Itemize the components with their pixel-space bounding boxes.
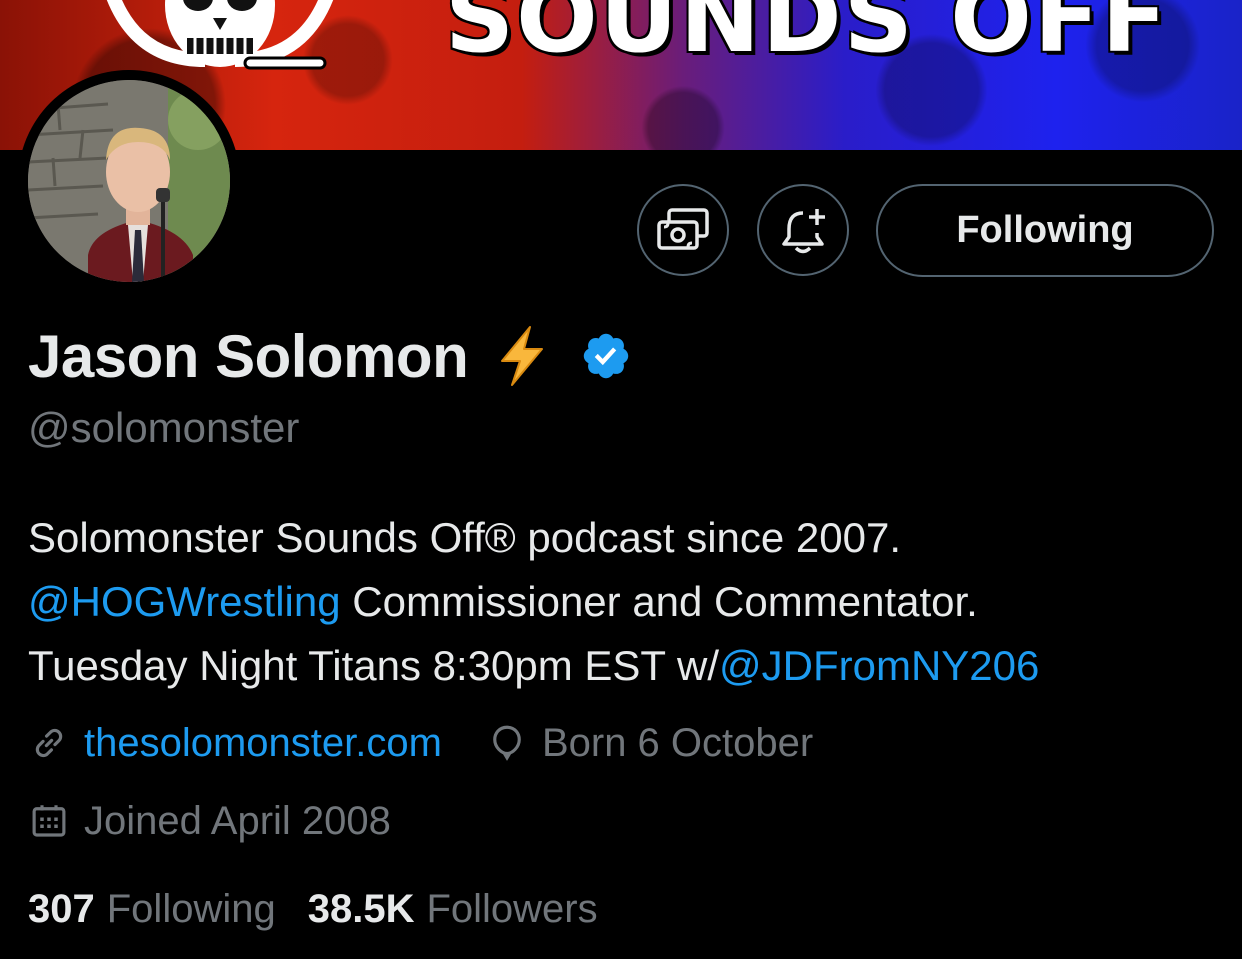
notifications-button[interactable] (757, 184, 849, 276)
followers-label: Followers (426, 886, 598, 931)
display-name: Jason Solomon (28, 322, 469, 390)
name-row: Jason Solomon (28, 318, 632, 394)
followers-count: 38.5K (307, 886, 415, 931)
bio-line-2: @HOGWrestling Commissioner and Commentat… (28, 570, 1228, 634)
calendar-icon (32, 805, 66, 837)
following-button[interactable]: Following (876, 184, 1214, 277)
followers-count-link[interactable]: 38.5K Followers (308, 887, 598, 932)
birthday-text: Born 6 October (541, 720, 814, 765)
avatar[interactable] (18, 70, 240, 292)
skull-headphones-logo (106, 0, 334, 70)
bio-text: Tuesday Night Titans 8:30pm EST w/ (28, 642, 719, 689)
bio-line-1: Solomonster Sounds Off® podcast since 20… (28, 514, 902, 561)
avatar-photo (28, 80, 230, 282)
verified-badge-icon[interactable] (580, 330, 632, 382)
birthday-item: Born 6 October (486, 721, 813, 766)
joined-item: Joined April 2008 (28, 799, 391, 844)
following-count: 307 (28, 886, 95, 931)
bio-line-3: Tuesday Night Titans 8:30pm EST w/@JDFro… (28, 634, 1228, 698)
joined-row: Joined April 2008 (28, 794, 391, 848)
lightning-icon (501, 326, 544, 386)
balloon-icon (493, 725, 521, 761)
website-item[interactable]: thesolomonster.com (28, 721, 442, 766)
mention-link[interactable]: @JDFromNY206 (719, 642, 1039, 689)
website-link[interactable]: thesolomonster.com (84, 721, 442, 766)
mention-link[interactable]: @HOGWrestling (28, 578, 341, 625)
link-icon (35, 728, 63, 758)
banner-title: SOUNDS OFF (445, 0, 1170, 74)
profile-meta: thesolomonster.com Born 6 October (28, 716, 813, 770)
bell-plus-icon (782, 209, 825, 254)
money-icon (657, 208, 709, 250)
follow-stats: 307 Following 38.5K Followers (28, 882, 598, 936)
bio: Solomonster Sounds Off® podcast since 20… (28, 506, 1228, 698)
bio-text: Commissioner and Commentator. (340, 578, 978, 625)
subscribe-button[interactable] (637, 184, 729, 276)
following-count-link[interactable]: 307 Following (28, 887, 276, 932)
joined-text: Joined April 2008 (84, 798, 391, 843)
following-label: Following (106, 886, 276, 931)
handle: @solomonster (28, 404, 300, 451)
